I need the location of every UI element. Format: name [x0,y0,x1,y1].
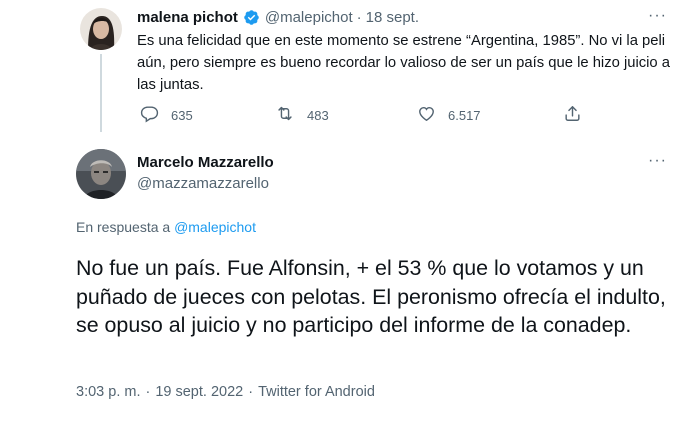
tweet2-time[interactable]: 3:03 p. m. [76,384,140,400]
tweet1-separator: · [356,9,362,26]
more-icon[interactable]: ··· [648,153,667,169]
tweet2-author-handle[interactable]: @mazzamazzarello [137,175,269,192]
tweet1-text: Es una felicidad que en este momento se … [137,33,671,93]
like-icon [417,104,436,126]
meta-separator: · [145,384,151,400]
tweet1-header: malena pichot @malepichot · 18 sept. [137,9,419,26]
retweet-icon [275,104,295,126]
like-button[interactable]: 6.517 [417,104,481,126]
tweet2-date[interactable]: 19 sept. 2022 [155,384,243,400]
avatar-marcelo-mazzarello[interactable] [76,149,126,199]
reply-mention-link[interactable]: @malepichot [174,219,256,235]
like-count: 6.517 [448,107,481,123]
share-icon [563,104,582,126]
tweet1-date[interactable]: 18 sept. [366,9,419,26]
reply-context-label: En respuesta a [76,219,171,235]
reply-icon [140,104,159,126]
reply-context: En respuesta a @malepichot [76,219,256,235]
retweet-button[interactable]: 483 [275,104,329,126]
tweet1-actions: 635 483 6.517 [137,104,597,126]
verified-badge-icon [243,9,260,26]
tweet2-author-name[interactable]: Marcelo Mazzarello [137,154,274,171]
avatar-malena-pichot[interactable] [80,8,122,50]
share-button[interactable] [563,104,582,126]
retweet-count: 483 [307,107,329,123]
reply-count: 635 [171,107,193,123]
reply-button[interactable]: 635 [140,104,193,126]
tweet2-meta: 3:03 p. m. · 19 sept. 2022 · Twitter for And… [76,384,375,400]
tweet2-source[interactable]: Twitter for Android [258,384,375,400]
meta-separator: · [248,384,254,400]
thread-connector-line [100,54,102,132]
tweet1-author-handle[interactable]: @malepichot [265,9,353,26]
tweet2-text: No fue un país. Fue Alfonsin, + el 53 % … [76,256,666,337]
tweet1-author-name[interactable]: malena pichot [137,9,238,26]
more-icon[interactable]: ··· [648,8,667,24]
